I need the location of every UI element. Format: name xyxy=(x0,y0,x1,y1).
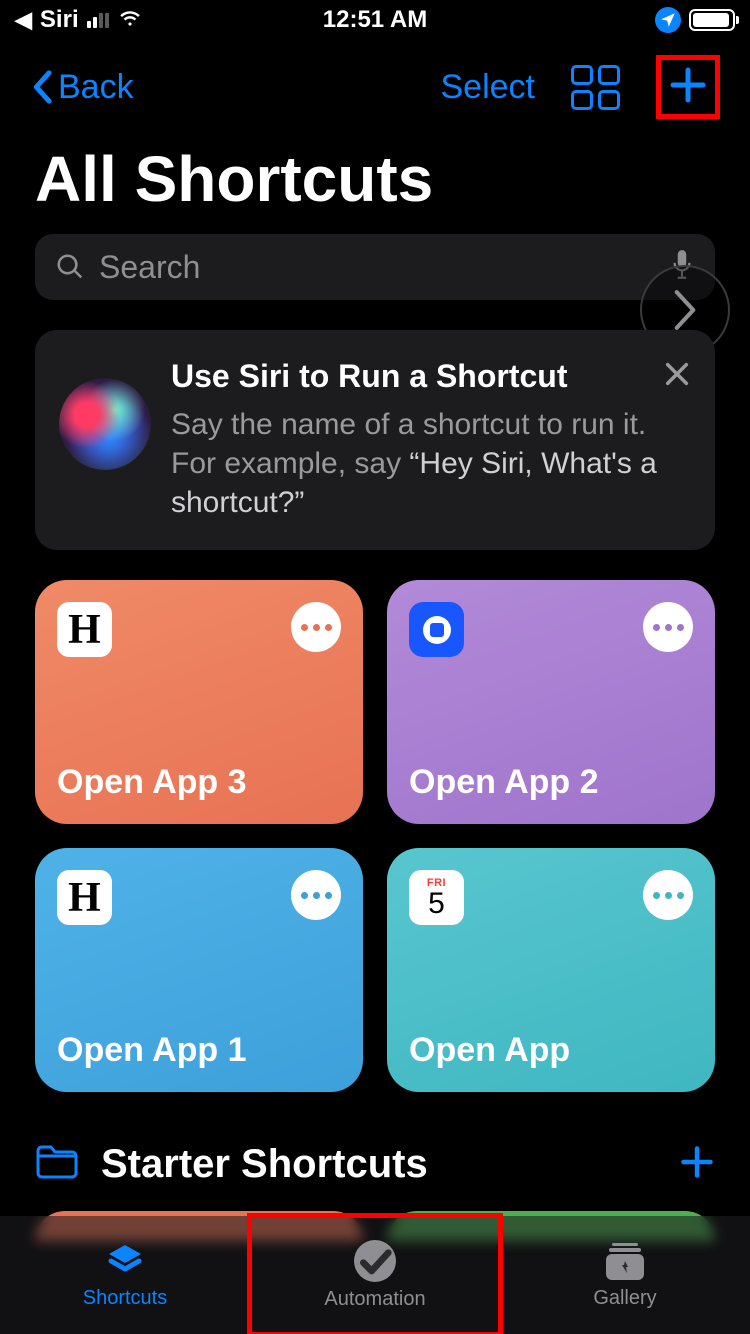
siri-orb-icon xyxy=(59,378,151,470)
cellular-signal-icon xyxy=(87,13,109,28)
more-options-button[interactable] xyxy=(291,870,341,920)
app-icon: H xyxy=(57,602,112,657)
shortcut-tile[interactable]: FRI 5 Open App xyxy=(387,848,715,1092)
select-button[interactable]: Select xyxy=(441,68,536,107)
plus-icon xyxy=(668,65,708,110)
chevron-right-icon xyxy=(670,288,700,332)
app-icon xyxy=(409,602,464,657)
starter-shortcuts-title: Starter Shortcuts xyxy=(101,1142,428,1187)
search-bar[interactable] xyxy=(35,234,715,300)
plus-icon xyxy=(679,1144,715,1180)
tab-bar: Shortcuts Automation Gallery xyxy=(0,1216,750,1334)
siri-tip-title: Use Siri to Run a Shortcut xyxy=(171,358,691,395)
status-left: ◀ Siri xyxy=(15,4,143,37)
back-to-app-caret-icon[interactable]: ◀ xyxy=(15,7,32,33)
starter-shortcuts-folder[interactable]: Starter Shortcuts xyxy=(35,1142,428,1187)
tab-gallery[interactable]: Gallery xyxy=(500,1216,750,1334)
shortcut-tile[interactable]: H Open App 1 xyxy=(35,848,363,1092)
shortcut-label: Open App 1 xyxy=(57,1031,341,1070)
chevron-left-icon xyxy=(30,70,54,104)
search-icon xyxy=(55,252,85,282)
status-bar: ◀ Siri 12:51 AM xyxy=(0,0,750,40)
close-icon xyxy=(663,360,691,388)
search-input[interactable] xyxy=(99,249,655,286)
tab-automation[interactable]: Automation xyxy=(250,1216,500,1334)
back-to-app-name[interactable]: Siri xyxy=(40,6,79,34)
gallery-tab-icon xyxy=(603,1241,647,1281)
back-label: Back xyxy=(58,68,134,107)
battery-icon xyxy=(689,9,735,31)
automation-tab-icon xyxy=(354,1240,396,1282)
page-title: All Shortcuts xyxy=(0,134,750,234)
location-services-icon xyxy=(655,7,681,33)
shortcut-label: Open App 2 xyxy=(409,763,693,802)
more-options-button[interactable] xyxy=(643,870,693,920)
wifi-icon xyxy=(117,4,143,37)
shortcuts-grid: H Open App 3 Open App 2 H Open App 1 FRI… xyxy=(0,550,750,1092)
folder-icon xyxy=(35,1144,79,1185)
calendar-app-icon: FRI 5 xyxy=(409,870,464,925)
more-options-button[interactable] xyxy=(291,602,341,652)
shortcut-tile[interactable]: Open App 2 xyxy=(387,580,715,824)
starter-shortcuts-header: Starter Shortcuts xyxy=(0,1092,750,1199)
tab-label: Automation xyxy=(324,1288,425,1311)
siri-tip-card: Use Siri to Run a Shortcut Say the name … xyxy=(35,330,715,550)
tab-label: Gallery xyxy=(593,1287,656,1310)
status-right xyxy=(655,7,735,33)
add-shortcut-button[interactable] xyxy=(656,55,720,119)
shortcut-tile[interactable]: H Open App 3 xyxy=(35,580,363,824)
status-time: 12:51 AM xyxy=(323,6,427,34)
tab-shortcuts[interactable]: Shortcuts xyxy=(0,1216,250,1334)
navigation-bar: Back Select xyxy=(0,40,750,134)
add-starter-shortcut-button[interactable] xyxy=(679,1144,715,1185)
app-icon: H xyxy=(57,870,112,925)
shortcuts-tab-icon xyxy=(103,1241,147,1281)
tab-label: Shortcuts xyxy=(83,1287,167,1310)
more-options-button[interactable] xyxy=(643,602,693,652)
grid-view-icon[interactable] xyxy=(571,65,620,110)
shortcut-label: Open App 3 xyxy=(57,763,341,802)
shortcut-label: Open App xyxy=(409,1031,693,1070)
close-tip-button[interactable] xyxy=(663,360,691,393)
back-button[interactable]: Back xyxy=(30,68,134,107)
siri-tip-body: Say the name of a shortcut to run it. Fo… xyxy=(171,405,691,522)
calendar-day-number: 5 xyxy=(428,889,445,919)
